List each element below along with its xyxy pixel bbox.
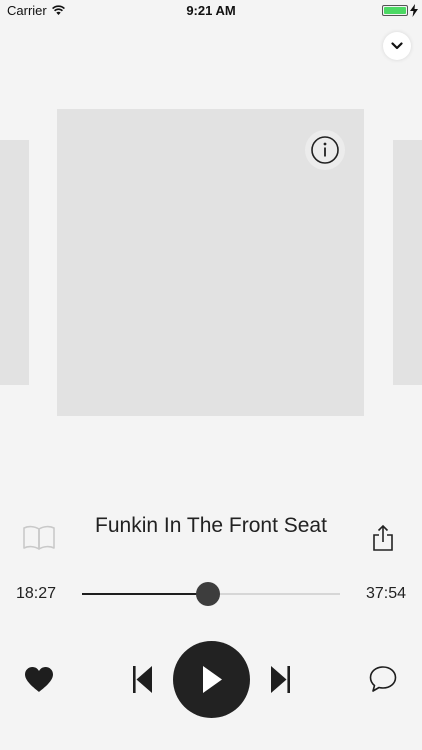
battery-fill [384,7,406,14]
status-bar: Carrier 9:21 AM [0,0,422,22]
skip-next-icon [270,666,290,693]
chevron-down-icon [391,42,403,50]
share-icon[interactable] [371,524,395,552]
heart-icon [24,666,54,693]
book-icon[interactable] [22,525,56,551]
charging-bolt-icon [410,4,418,17]
previous-artwork[interactable] [0,140,29,385]
play-button[interactable] [173,641,250,718]
comment-icon [369,665,397,693]
progress-scrubber[interactable] [195,582,220,606]
status-time: 9:21 AM [186,3,236,18]
next-button[interactable] [270,666,290,693]
skip-previous-icon [133,666,153,693]
elapsed-time: 18:27 [16,585,57,602]
track-title: Funkin In The Front Seat [95,514,327,537]
favorite-button[interactable] [24,666,54,693]
info-button[interactable] [305,130,345,170]
comment-button[interactable] [369,665,397,693]
play-icon [201,666,223,693]
info-icon [310,135,340,165]
collapse-button[interactable] [383,32,411,60]
total-duration: 37:54 [366,585,407,602]
previous-button[interactable] [133,666,153,693]
battery-icon [382,5,408,16]
next-artwork[interactable] [393,140,422,385]
progress-fill [82,593,208,595]
